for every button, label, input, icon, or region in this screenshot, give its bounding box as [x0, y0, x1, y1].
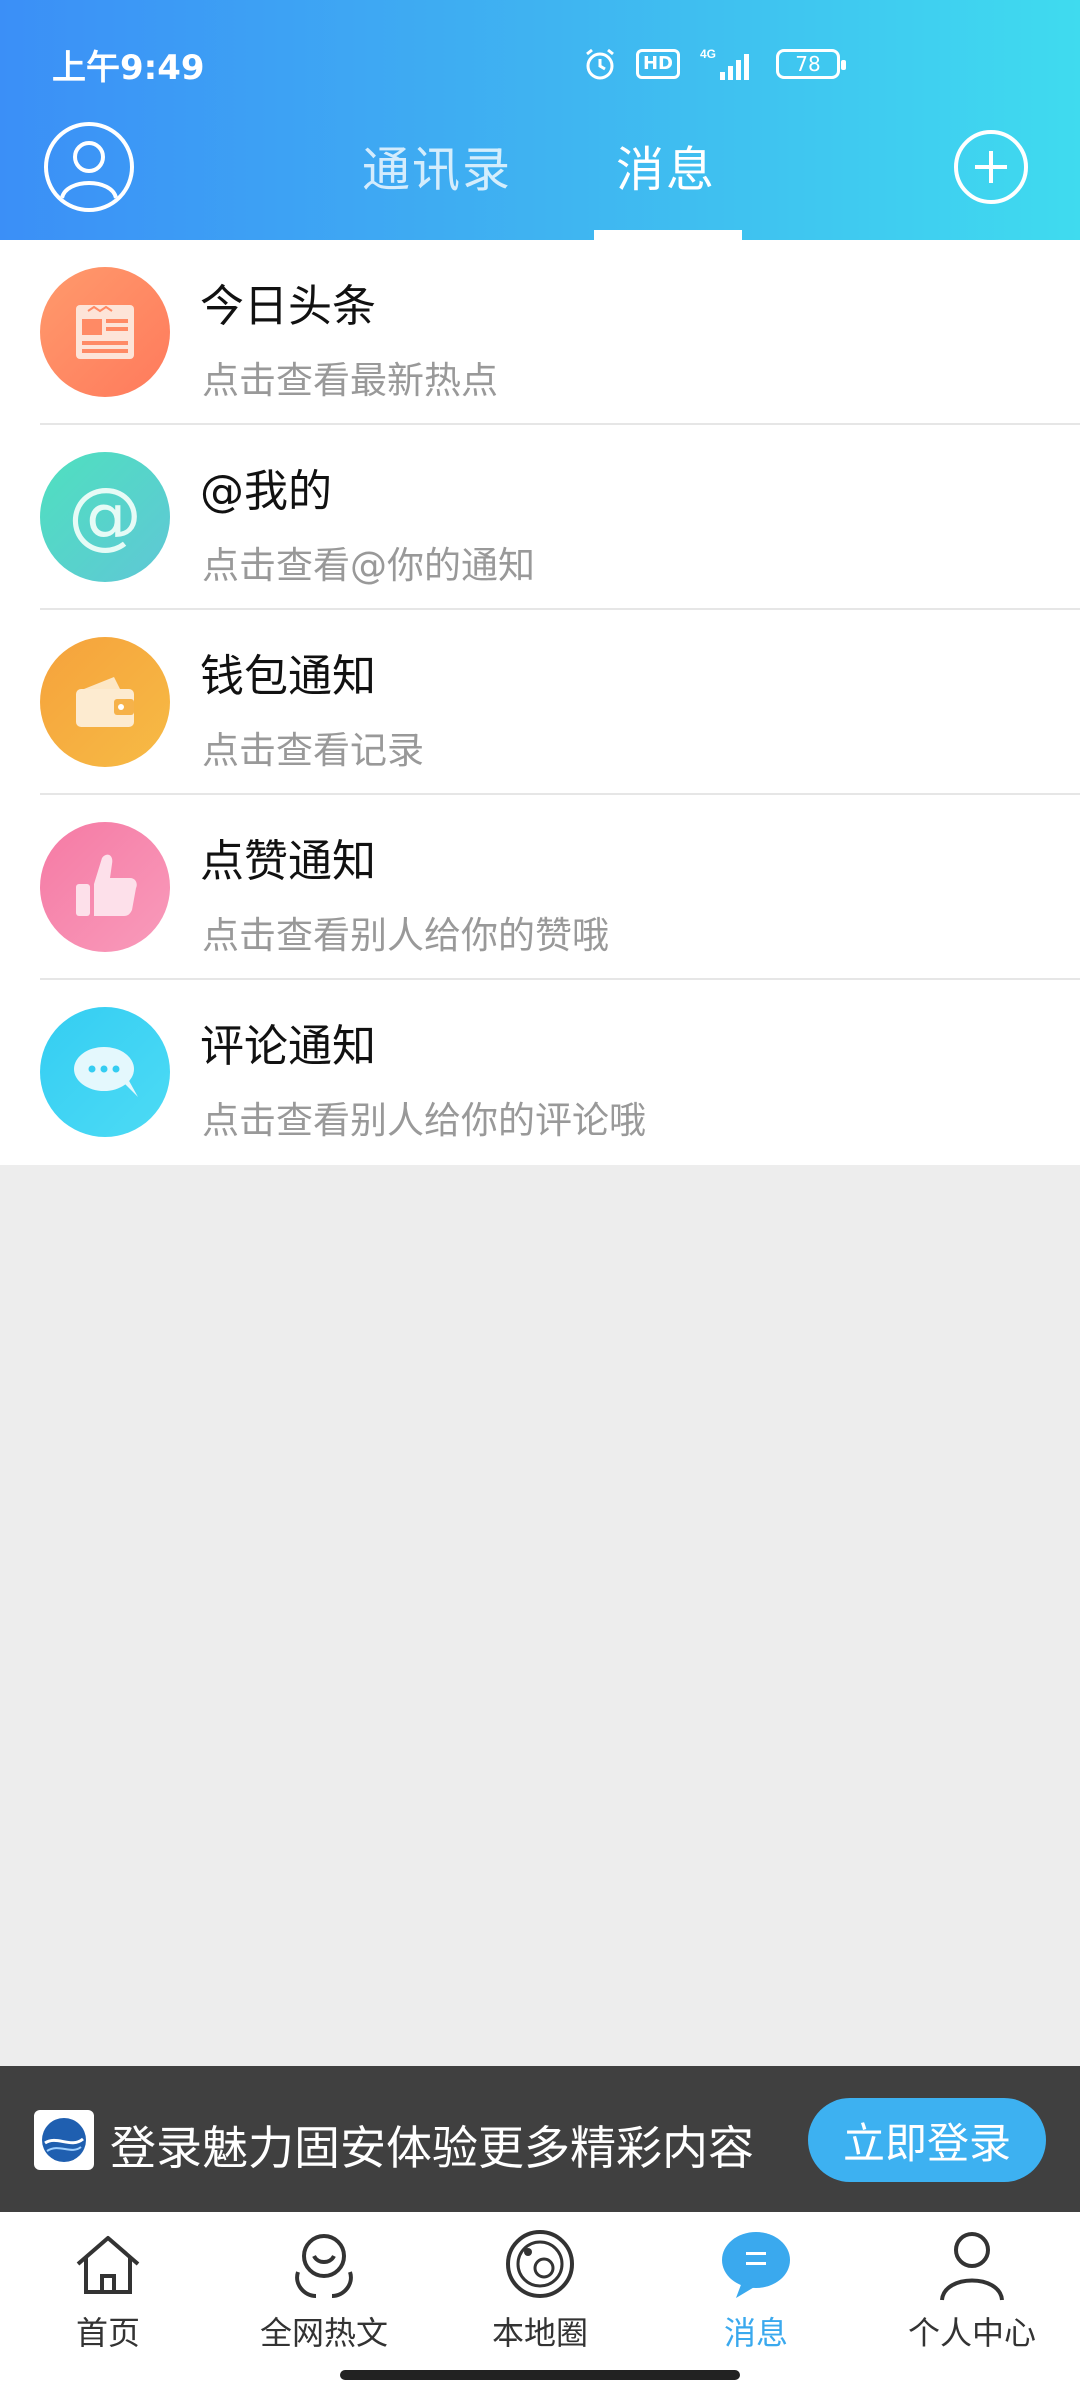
- message-icon: [722, 2232, 790, 2298]
- thumbs-up-icon: [40, 822, 170, 952]
- comment-icon: [40, 1007, 170, 1137]
- login-banner: 登录魅力固安体验更多精彩内容 立即登录: [0, 2066, 1080, 2212]
- list-item-toutiao[interactable]: 今日头条 点击查看最新热点: [0, 240, 1080, 425]
- nav-label: 本地圈: [491, 2314, 588, 2352]
- status-icons: HD 4G 78: [582, 44, 846, 84]
- nav-label: 首页: [75, 2314, 140, 2352]
- nav-item-personal-center[interactable]: 个人中心: [864, 2212, 1080, 2362]
- local-circle-icon: [506, 2230, 574, 2298]
- add-button[interactable]: [954, 130, 1028, 204]
- nav-item-messages[interactable]: 消息: [648, 2212, 864, 2362]
- battery-icon: 78: [776, 49, 846, 79]
- nav-item-home[interactable]: 首页: [0, 2212, 216, 2362]
- list-item-title: 今日头条: [200, 281, 376, 332]
- nav-item-hot-articles[interactable]: 全网热文: [216, 2212, 432, 2362]
- signal-icon: 4G: [700, 47, 749, 80]
- list-item-subtitle: 点击查看别人给你的评论哦: [202, 1099, 646, 1142]
- wallet-icon: [40, 637, 170, 767]
- home-icon: [76, 2236, 140, 2294]
- list-item-comments[interactable]: 评论通知 点击查看别人给你的评论哦: [0, 980, 1080, 1165]
- list-item-likes[interactable]: 点赞通知 点击查看别人给你的赞哦: [0, 795, 1080, 980]
- list-item-subtitle: 点击查看别人给你的赞哦: [202, 914, 609, 957]
- list-item-wallet[interactable]: 钱包通知 点击查看记录: [0, 610, 1080, 795]
- list-item-mentions[interactable]: @ @我的 点击查看@你的通知: [0, 425, 1080, 610]
- svg-text:@: @: [68, 472, 142, 558]
- login-prompt-text: 登录魅力固安体验更多精彩内容: [110, 2121, 754, 2175]
- list-item-subtitle: 点击查看最新热点: [202, 359, 498, 402]
- nav-label: 全网热文: [259, 2314, 388, 2352]
- list-item-subtitle: 点击查看@你的通知: [202, 544, 535, 587]
- app-logo-icon: [34, 2110, 94, 2170]
- tab-contacts[interactable]: 通讯录: [362, 130, 512, 200]
- hd-badge: HD: [635, 49, 680, 79]
- battery-level: 78: [795, 52, 821, 76]
- login-now-button[interactable]: 立即登录: [808, 2098, 1046, 2182]
- nav-label: 个人中心: [907, 2314, 1036, 2352]
- alarm-icon: [586, 48, 614, 80]
- nav-item-local-circle[interactable]: 本地圈: [432, 2212, 648, 2362]
- top-header: 上午9:49 HD 4G 78 通讯录 消息: [0, 0, 1080, 240]
- list-item-title: 点赞通知: [200, 836, 376, 887]
- profile-avatar-button[interactable]: [44, 122, 134, 212]
- person-icon: [940, 2232, 1004, 2301]
- svg-text:4G: 4G: [700, 47, 716, 61]
- active-tab-indicator: [594, 230, 742, 240]
- message-list: 今日头条 点击查看最新热点 @ @我的 点击查看@你的通知 钱包通知 点击查看记…: [0, 240, 1080, 1165]
- status-time: 上午9:49: [52, 48, 205, 88]
- nav-label: 消息: [723, 2314, 788, 2352]
- list-item-title: 钱包通知: [200, 651, 376, 702]
- list-item-title: 评论通知: [200, 1021, 376, 1072]
- tab-messages[interactable]: 消息: [616, 130, 716, 200]
- list-item-title: @我的: [200, 466, 332, 517]
- hot-articles-icon: [295, 2234, 353, 2298]
- home-indicator[interactable]: [340, 2370, 740, 2380]
- at-icon: @: [40, 452, 170, 582]
- list-item-subtitle: 点击查看记录: [202, 729, 424, 772]
- newspaper-icon: [40, 267, 170, 397]
- profile-icon: [60, 141, 118, 199]
